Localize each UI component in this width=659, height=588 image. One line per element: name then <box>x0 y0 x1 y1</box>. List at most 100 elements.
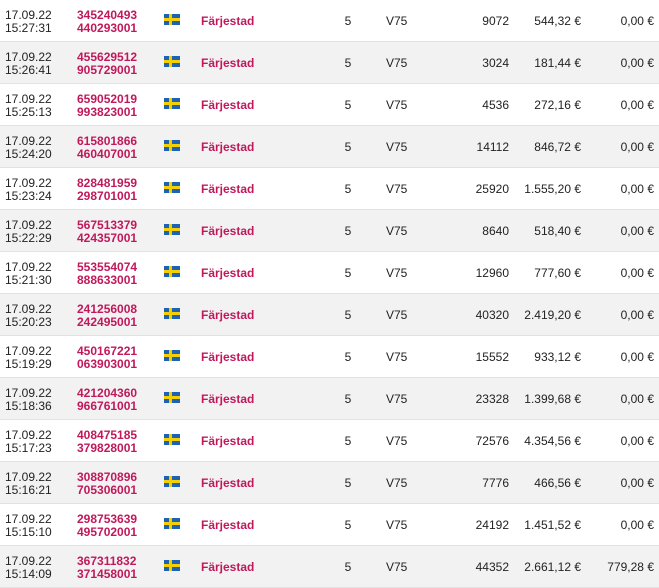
race-number: 5 <box>344 140 352 154</box>
bet-time: 15:26:41 <box>5 63 52 77</box>
ticket-link[interactable]: 450167221 063903001 <box>77 345 137 371</box>
ticket-link[interactable]: 615801866 460407001 <box>77 135 137 161</box>
ticket-id-secondary: 705306001 <box>77 483 138 497</box>
sweden-flag-icon <box>164 98 180 109</box>
table-row: 17.09.22 15:15:10 298753639 495702001 Fä… <box>0 504 659 546</box>
bet-datetime: 17.09.22 15:24:20 <box>5 135 52 161</box>
sweden-flag-icon <box>164 560 180 571</box>
ticket-link[interactable]: 828481959 298701001 <box>77 177 137 203</box>
sweden-flag-icon <box>164 308 180 319</box>
table-row: 17.09.22 15:25:13 659052019 993823001 Fä… <box>0 84 659 126</box>
sweden-flag-icon <box>164 140 180 151</box>
ticket-link[interactable]: 408475185 379828001 <box>77 429 137 455</box>
ticket-id-secondary: 242495001 <box>77 315 138 329</box>
ticket-link[interactable]: 567513379 424357001 <box>77 219 137 245</box>
track-link[interactable]: Färjestad <box>201 126 254 168</box>
stake-amount: 2.661,12 € <box>524 560 581 574</box>
game-type: V75 <box>386 476 408 490</box>
bet-time: 15:15:10 <box>5 525 52 539</box>
game-type: V75 <box>386 140 408 154</box>
ticket-link[interactable]: 345240493 440293001 <box>77 9 137 35</box>
ticket-link[interactable]: 455629512 905729001 <box>77 51 137 77</box>
ticket-id-secondary: 993823001 <box>77 105 138 119</box>
bet-datetime: 17.09.22 15:19:29 <box>5 345 52 371</box>
game-type: V75 <box>386 560 408 574</box>
race-number: 5 <box>344 14 352 28</box>
sweden-flag-icon <box>164 350 180 361</box>
track-link[interactable]: Färjestad <box>201 210 254 252</box>
race-number: 5 <box>344 56 352 70</box>
bet-datetime: 17.09.22 15:23:24 <box>5 177 52 203</box>
game-type: V75 <box>386 266 408 280</box>
race-number: 5 <box>344 98 352 112</box>
track-link[interactable]: Färjestad <box>201 504 254 546</box>
sweden-flag-icon <box>164 182 180 193</box>
stake-amount: 1.555,20 € <box>524 182 581 196</box>
stake-amount: 1.451,52 € <box>524 518 581 532</box>
track-link[interactable]: Färjestad <box>201 546 254 588</box>
win-amount: 779,28 € <box>607 560 654 574</box>
stake-amount: 846,72 € <box>534 140 581 154</box>
bet-time: 15:19:29 <box>5 357 52 371</box>
track-link[interactable]: Färjestad <box>201 84 254 126</box>
bet-units: 23328 <box>475 392 509 406</box>
bet-datetime: 17.09.22 15:20:23 <box>5 303 52 329</box>
win-amount: 0,00 € <box>620 56 654 70</box>
track-link[interactable]: Färjestad <box>201 0 254 42</box>
win-amount: 0,00 € <box>620 518 654 532</box>
ticket-id-secondary: 905729001 <box>77 63 138 77</box>
bet-units: 3024 <box>482 56 509 70</box>
bet-units: 44352 <box>475 560 509 574</box>
bet-units: 9072 <box>482 14 509 28</box>
bets-table: 17.09.22 15:27:31 345240493 440293001 Fä… <box>0 0 659 588</box>
track-link[interactable]: Färjestad <box>201 294 254 336</box>
bet-units: 8640 <box>482 224 509 238</box>
track-link[interactable]: Färjestad <box>201 42 254 84</box>
track-link[interactable]: Färjestad <box>201 336 254 378</box>
win-amount: 0,00 € <box>620 476 654 490</box>
bet-units: 15552 <box>475 350 509 364</box>
ticket-link[interactable]: 298753639 495702001 <box>77 513 137 539</box>
bet-units: 24192 <box>475 518 509 532</box>
win-amount: 0,00 € <box>620 14 654 28</box>
sweden-flag-icon <box>164 224 180 235</box>
game-type: V75 <box>386 56 408 70</box>
ticket-id-secondary: 966761001 <box>77 399 138 413</box>
ticket-link[interactable]: 553554074 888633001 <box>77 261 137 287</box>
race-number: 5 <box>344 308 352 322</box>
table-row: 17.09.22 15:22:29 567513379 424357001 Fä… <box>0 210 659 252</box>
table-row: 17.09.22 15:24:20 615801866 460407001 Fä… <box>0 126 659 168</box>
game-type: V75 <box>386 350 408 364</box>
ticket-id-secondary: 460407001 <box>77 147 138 161</box>
stake-amount: 4.354,56 € <box>524 434 581 448</box>
bet-time: 15:18:36 <box>5 399 52 413</box>
stake-amount: 518,40 € <box>534 224 581 238</box>
win-amount: 0,00 € <box>620 98 654 112</box>
sweden-flag-icon <box>164 266 180 277</box>
stake-amount: 933,12 € <box>534 350 581 364</box>
game-type: V75 <box>386 392 408 406</box>
table-row: 17.09.22 15:18:36 421204360 966761001 Fä… <box>0 378 659 420</box>
ticket-link[interactable]: 659052019 993823001 <box>77 93 137 119</box>
track-link[interactable]: Färjestad <box>201 462 254 504</box>
track-link[interactable]: Färjestad <box>201 378 254 420</box>
bet-time: 15:16:21 <box>5 483 52 497</box>
ticket-id-secondary: 888633001 <box>77 273 138 287</box>
track-link[interactable]: Färjestad <box>201 168 254 210</box>
ticket-link[interactable]: 308870896 705306001 <box>77 471 137 497</box>
stake-amount: 777,60 € <box>534 266 581 280</box>
track-link[interactable]: Färjestad <box>201 252 254 294</box>
bet-time: 15:25:13 <box>5 105 52 119</box>
game-type: V75 <box>386 518 408 532</box>
game-type: V75 <box>386 182 408 196</box>
bet-units: 12960 <box>475 266 509 280</box>
ticket-link[interactable]: 367311832 371458001 <box>77 555 137 581</box>
bet-datetime: 17.09.22 15:22:29 <box>5 219 52 245</box>
race-number: 5 <box>344 476 352 490</box>
track-link[interactable]: Färjestad <box>201 420 254 462</box>
ticket-link[interactable]: 421204360 966761001 <box>77 387 137 413</box>
ticket-link[interactable]: 241256008 242495001 <box>77 303 137 329</box>
game-type: V75 <box>386 14 408 28</box>
stake-amount: 466,56 € <box>534 476 581 490</box>
table-row: 17.09.22 15:14:09 367311832 371458001 Fä… <box>0 546 659 588</box>
